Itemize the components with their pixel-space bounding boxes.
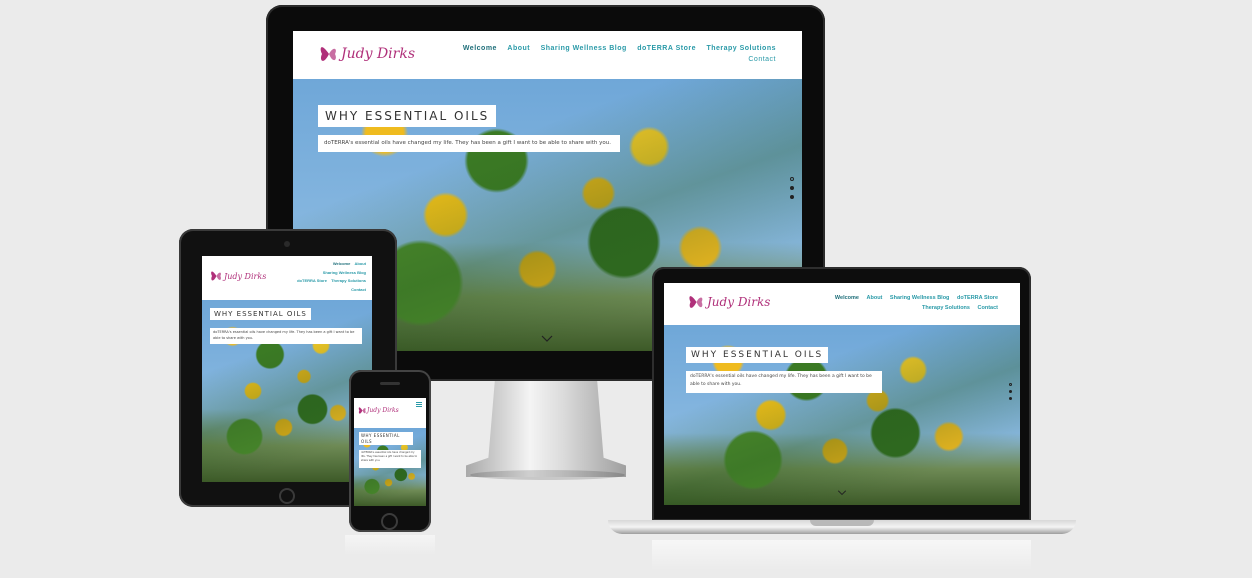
nav-contact[interactable]: Contact [351,287,366,292]
nav-welcome[interactable]: Welcome [463,45,497,52]
nav-blog[interactable]: Sharing Wellness Blog [541,45,627,52]
hero-title: WHY ESSENTIAL OILS [210,308,311,320]
laptop: Judy Dirks Welcome About Sharing Wellnes… [652,267,1031,521]
site-header: Judy Dirks Welcome About Sharing Wellnes… [202,256,372,300]
laptop-notch [810,520,874,526]
site-logo[interactable]: Judy Dirks [688,290,770,314]
logo-text: Judy Dirks [341,46,416,62]
butterfly-wing-icon [689,296,703,308]
hero-image: WHY ESSENTIAL OILS doTERRA's essential o… [664,325,1020,505]
main-nav: Welcome About Sharing Wellness Blog doTE… [297,260,366,294]
tablet-screen: Judy Dirks Welcome About Sharing Wellnes… [202,256,372,482]
hero-subtitle: doTERRA's essential oils have changed my… [359,450,421,468]
phone-screen: Judy Dirks WHY ESSENTIAL OILS doTERRA's … [354,398,426,506]
monitor-base-shadow [470,470,625,480]
nav-therapy[interactable]: Therapy Solutions [331,278,366,283]
site-logo[interactable]: Judy Dirks [319,40,415,68]
slider-dot-icon[interactable] [790,195,794,199]
nav-blog[interactable]: Sharing Wellness Blog [890,295,950,301]
hero-image: WHY ESSENTIAL OILS doTERRA's essential o… [202,300,372,482]
nav-store[interactable]: doTERRA Store [637,45,696,52]
laptop-screen: Judy Dirks Welcome About Sharing Wellnes… [664,283,1020,505]
nav-store[interactable]: doTERRA Store [297,278,327,283]
slider-dot-icon[interactable] [790,177,794,181]
phone-speaker [380,382,400,385]
nav-store[interactable]: doTERRA Store [957,295,998,301]
logo-text: Judy Dirks [367,407,399,414]
slider-dot-icon[interactable] [1009,383,1012,386]
menu-icon[interactable] [416,402,422,407]
site-header: Judy Dirks Welcome About Sharing Wellnes… [293,31,802,79]
nav-contact[interactable]: Contact [748,56,776,63]
nav-about[interactable]: About [354,261,366,266]
hero-image: WHY ESSENTIAL OILS doTERRA's essential o… [354,428,426,506]
site-header: Judy Dirks [354,398,426,428]
responsive-mockup-stage: Judy Dirks Welcome About Sharing Wellnes… [0,0,1252,578]
slider-dot-icon[interactable] [1009,390,1012,393]
slider-dots [790,177,794,199]
logo-text: Judy Dirks [224,271,267,281]
butterfly-wing-icon [211,271,221,281]
hero-title: WHY ESSENTIAL OILS [318,105,497,127]
site-logo[interactable]: Judy Dirks [210,267,266,285]
site-logo[interactable]: Judy Dirks [358,404,399,417]
site-header: Judy Dirks Welcome About Sharing Wellnes… [664,283,1020,325]
phone-reflection [345,535,435,555]
nav-contact[interactable]: Contact [978,305,998,311]
butterfly-wing-icon [320,47,336,61]
nav-welcome[interactable]: Welcome [835,295,859,301]
hero-subtitle: doTERRA's essential oils have changed my… [686,371,882,393]
tablet-home-button[interactable] [279,488,295,504]
tablet-camera [284,241,290,247]
phone: Judy Dirks WHY ESSENTIAL OILS doTERRA's … [349,370,431,532]
main-nav: Welcome About Sharing Wellness Blog doTE… [463,45,776,63]
main-nav: Welcome About Sharing Wellness Blog doTE… [835,293,998,313]
monitor-stand [466,381,626,477]
nav-about[interactable]: About [507,45,530,52]
slider-dot-icon[interactable] [790,186,794,190]
nav-welcome[interactable]: Welcome [333,261,351,266]
nav-therapy[interactable]: Therapy Solutions [706,45,776,52]
logo-text: Judy Dirks [707,295,771,309]
slider-dots [1009,383,1012,400]
slider-dot-icon[interactable] [1009,397,1012,400]
phone-home-button[interactable] [381,513,398,530]
laptop-reflection [652,540,1031,570]
hero-title: WHY ESSENTIAL OILS [359,432,413,445]
hero-title: WHY ESSENTIAL OILS [686,347,829,363]
butterfly-wing-icon [358,407,366,414]
chevron-down-icon[interactable] [541,335,553,343]
hero-subtitle: doTERRA's essential oils have changed my… [210,328,362,344]
nav-about[interactable]: About [867,295,883,301]
nav-therapy[interactable]: Therapy Solutions [922,305,970,311]
chevron-down-icon[interactable] [837,490,847,496]
nav-blog[interactable]: Sharing Wellness Blog [323,270,366,275]
hero-subtitle: doTERRA's essential oils have changed my… [318,135,620,152]
